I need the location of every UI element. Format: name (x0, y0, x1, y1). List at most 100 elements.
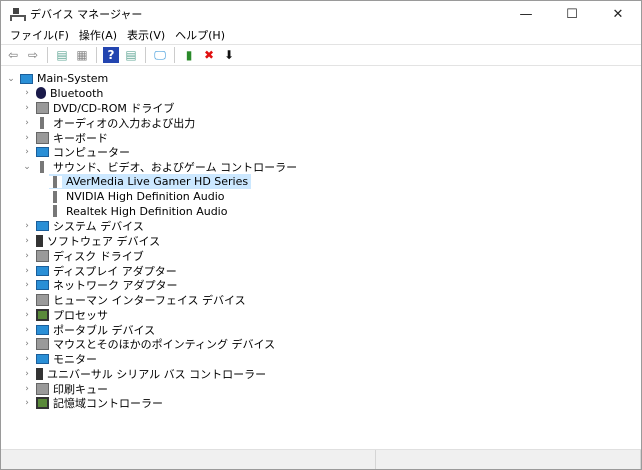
expand-chevron-icon[interactable]: › (22, 221, 32, 231)
speaker-icon (36, 116, 49, 129)
tree-item-label: ユニバーサル シリアル バス コントローラー (47, 367, 267, 381)
monitor-icon (36, 280, 49, 291)
chip-icon (36, 308, 49, 321)
minimize-button[interactable]: — (503, 1, 549, 27)
expand-chevron-icon[interactable]: › (22, 280, 32, 290)
monitor-icon (36, 221, 49, 232)
tree-item-label: ソフトウェア デバイス (47, 234, 161, 248)
action-pane-icon[interactable]: ▤ (123, 47, 139, 63)
properties-icon[interactable]: ▦ (74, 47, 90, 63)
update-driver-icon[interactable]: ▮ (181, 47, 197, 63)
tree-category[interactable]: › プロセッサ (22, 307, 108, 322)
expand-chevron-icon[interactable]: › (22, 147, 32, 157)
tree-item-label: サウンド、ビデオ、およびゲーム コントローラー (53, 161, 298, 175)
collapse-chevron-icon[interactable]: ⌄ (22, 162, 32, 172)
scan-hardware-icon[interactable]: 🖵 (152, 47, 168, 63)
keyboard-icon (36, 131, 49, 144)
title-bar: デバイス マネージャー — ☐ ✕ (1, 1, 641, 27)
expand-chevron-icon[interactable]: › (22, 251, 32, 261)
expand-chevron-icon[interactable]: › (22, 236, 32, 246)
expand-chevron-icon[interactable]: › (22, 398, 32, 408)
dvd-icon (36, 102, 49, 115)
menu-help[interactable]: ヘルプ(H) (170, 27, 230, 43)
expand-chevron-icon[interactable]: › (22, 88, 32, 98)
speaker-icon (49, 175, 62, 188)
collapse-chevron-icon[interactable]: ⌄ (6, 74, 16, 84)
tree-item-label: ディスプレイ アダプター (53, 264, 177, 278)
tree-category[interactable]: › ソフトウェア デバイス (22, 233, 160, 248)
expand-chevron-icon[interactable]: › (22, 325, 32, 335)
tree-category[interactable]: › ポータブル デバイス (22, 322, 155, 337)
tree-category[interactable]: › ネットワーク アダプター (22, 278, 177, 293)
expand-chevron-icon[interactable]: › (22, 295, 32, 305)
monitor-icon (36, 265, 49, 276)
chip-icon (36, 397, 49, 410)
status-pane-1 (1, 450, 376, 469)
gray-icon (36, 382, 49, 395)
tree-device[interactable]: AVerMedia Live Gamer HD Series (49, 174, 252, 190)
speaker-icon (36, 161, 49, 174)
expand-chevron-icon[interactable]: › (22, 369, 32, 379)
status-bar (1, 449, 641, 469)
expand-chevron-icon[interactable]: › (22, 339, 32, 349)
device-manager-icon (10, 8, 26, 21)
toolbar-separator (47, 47, 48, 63)
tree-category[interactable]: › オーディオの入力および出力 (22, 115, 195, 130)
toolbar-separator (145, 47, 146, 63)
forward-icon[interactable]: ⇨ (25, 47, 41, 63)
maximize-button[interactable]: ☐ (549, 1, 595, 27)
show-hide-console-tree-icon[interactable]: ▤ (54, 47, 70, 63)
toolbar-separator (174, 47, 175, 63)
menu-action[interactable]: 操作(A) (74, 27, 122, 43)
expand-chevron-icon[interactable]: › (22, 354, 32, 364)
tree-category[interactable]: › キーボード (22, 130, 108, 145)
speaker-icon (49, 190, 62, 203)
tree-category[interactable]: › ディスク ドライブ (22, 248, 144, 263)
tree-category[interactable]: › モニター (22, 352, 97, 367)
expand-chevron-icon[interactable]: › (22, 118, 32, 128)
toolbar-separator (96, 47, 97, 63)
menu-bar: ファイル(F) 操作(A) 表示(V) ヘルプ(H) (1, 26, 641, 44)
tree-item-label: ポータブル デバイス (53, 323, 156, 337)
tree-category[interactable]: › 印刷キュー (22, 381, 108, 396)
tree-category[interactable]: › マウスとそのほかのポインティング デバイス (22, 337, 275, 352)
back-icon[interactable]: ⇦ (5, 47, 21, 63)
tree-category[interactable]: › 記憶域コントローラー (22, 396, 163, 411)
tree-category[interactable]: › Bluetooth (22, 86, 103, 101)
gray-icon (36, 338, 49, 351)
expand-chevron-icon[interactable]: › (22, 266, 32, 276)
disable-device-icon[interactable]: ⬇ (221, 47, 237, 63)
tree-category[interactable]: › システム デバイス (22, 219, 144, 234)
bluetooth-icon (36, 87, 46, 100)
tree-device[interactable]: Realtek High Definition Audio (49, 204, 227, 219)
expand-chevron-icon[interactable]: › (22, 384, 32, 394)
tree-item-label: NVIDIA High Definition Audio (66, 190, 225, 204)
tree-root-main-system[interactable]: ⌄ Main-System (6, 71, 108, 86)
tree-device[interactable]: NVIDIA High Definition Audio (49, 189, 225, 204)
expand-chevron-icon[interactable]: › (22, 103, 32, 113)
tree-category[interactable]: › DVD/CD-ROM ドライブ (22, 101, 174, 116)
uninstall-icon[interactable]: ✖ (201, 47, 217, 63)
tree-category[interactable]: ⌄ サウンド、ビデオ、およびゲーム コントローラー (22, 160, 297, 175)
computer-icon (36, 147, 49, 158)
tree-item-label: Main-System (37, 72, 109, 85)
window-title: デバイス マネージャー (30, 8, 143, 21)
disk-icon (36, 249, 49, 262)
tree-category[interactable]: › ディスプレイ アダプター (22, 263, 177, 278)
close-button[interactable]: ✕ (595, 1, 641, 27)
tree-item-label: DVD/CD-ROM ドライブ (53, 102, 175, 116)
tree-item-label: マウスとそのほかのポインティング デバイス (53, 338, 276, 352)
tree-item-label: オーディオの入力および出力 (53, 116, 196, 130)
expand-chevron-icon[interactable]: › (22, 133, 32, 143)
expand-chevron-icon[interactable]: › (22, 310, 32, 320)
computer-icon (20, 73, 33, 84)
tree-item-label: プロセッサ (53, 308, 108, 322)
tree-category[interactable]: › ユニバーサル シリアル バス コントローラー (22, 366, 266, 381)
status-pane-2 (376, 450, 641, 469)
menu-view[interactable]: 表示(V) (122, 27, 170, 43)
tree-category[interactable]: › コンピューター (22, 145, 130, 160)
tree-category[interactable]: › ヒューマン インターフェイス デバイス (22, 293, 246, 308)
menu-file[interactable]: ファイル(F) (5, 27, 74, 43)
help-icon[interactable]: ? (103, 47, 119, 63)
tree-item-label: ディスク ドライブ (53, 249, 144, 263)
